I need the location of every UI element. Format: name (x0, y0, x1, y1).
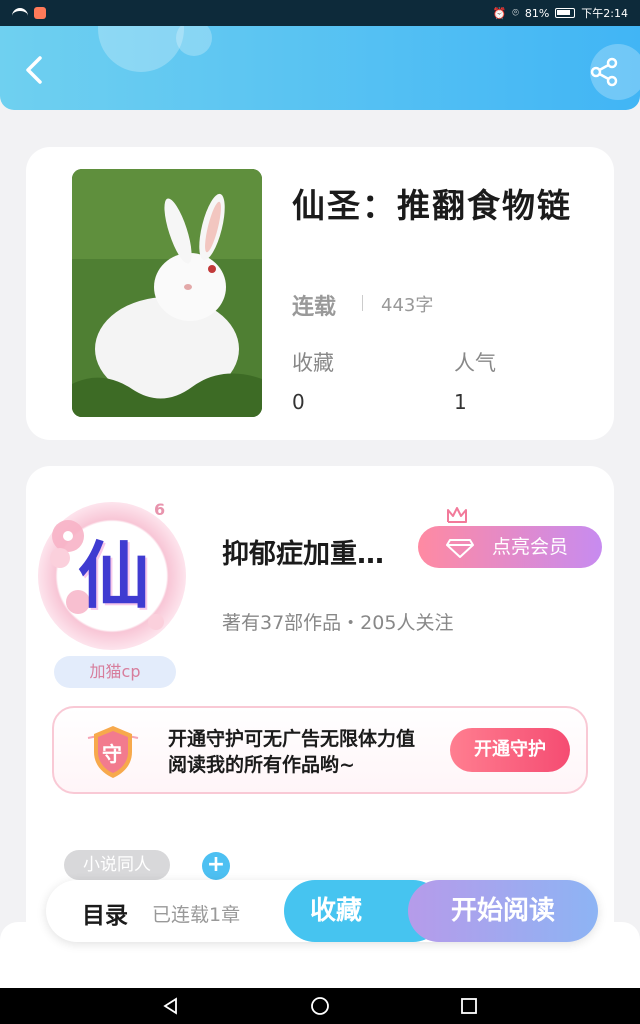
system-nav-bar (0, 988, 640, 1024)
notification-app-icon (34, 7, 46, 19)
avatar-glyph: 仙 (77, 534, 150, 618)
battery-percent: 81% (524, 6, 550, 20)
level-badge: 6 (154, 500, 166, 519)
author-tag: 加猫cp (54, 656, 176, 688)
book-info-card: 仙圣：推翻食物链 连载 443字 收藏 人气 0 1 (26, 147, 614, 440)
author-name[interactable]: 抑郁症加重… (222, 532, 384, 571)
battery-icon (555, 8, 576, 18)
back-button[interactable] (18, 54, 50, 86)
serial-info: 已连载1章 (152, 904, 241, 926)
toc-button[interactable]: 目录 (82, 896, 128, 930)
start-reading-button[interactable]: 开始阅读 (408, 880, 598, 942)
popularity-label: 人气 (454, 351, 496, 375)
rabbit-cover-image (72, 169, 262, 417)
clock: 下午2:14 (581, 7, 628, 20)
crown-icon (447, 507, 467, 523)
nav-back-icon[interactable] (162, 997, 180, 1015)
diamond-icon (446, 539, 474, 558)
wifi-icon (12, 8, 28, 18)
status-bar: ⏰ ⌾ 81% 下午2:14 (0, 0, 640, 26)
book-title: 仙圣：推翻食物链 (292, 186, 572, 225)
open-guard-button[interactable]: 开通守护 (450, 728, 570, 772)
nav-recents-icon[interactable] (460, 997, 478, 1015)
guard-promo: 守 开通守护可无广告无限体力值阅读我的所有作品哟~ 开通守护 (52, 706, 588, 794)
favorites-value: 0 (292, 390, 305, 414)
book-status: 连载 (292, 295, 337, 320)
share-button[interactable] (588, 56, 620, 88)
header (0, 26, 640, 110)
book-cover[interactable] (72, 169, 262, 417)
shield-glyph: 守 (102, 742, 122, 766)
author-stats: 著有37部作品・205人关注 (222, 612, 454, 634)
word-count: 443字 (381, 295, 434, 316)
add-tag-button[interactable]: + (202, 852, 230, 880)
divider (362, 295, 363, 311)
action-bar: 目录 已连载1章 收藏 开始阅读 (46, 880, 598, 942)
guard-text: 开通守护可无广告无限体力值阅读我的所有作品哟~ (168, 728, 416, 776)
back-arrow-icon (26, 56, 42, 84)
popularity-value: 1 (454, 390, 467, 414)
share-icon (590, 57, 618, 87)
nav-home-icon[interactable] (310, 996, 330, 1016)
genre-tag[interactable]: 小说同人 (64, 850, 170, 880)
author-avatar[interactable]: 仙 6 (38, 500, 186, 650)
location-icon: ⌾ (512, 6, 519, 19)
alarm-icon: ⏰ (492, 6, 507, 20)
favorites-label: 收藏 (292, 351, 334, 375)
